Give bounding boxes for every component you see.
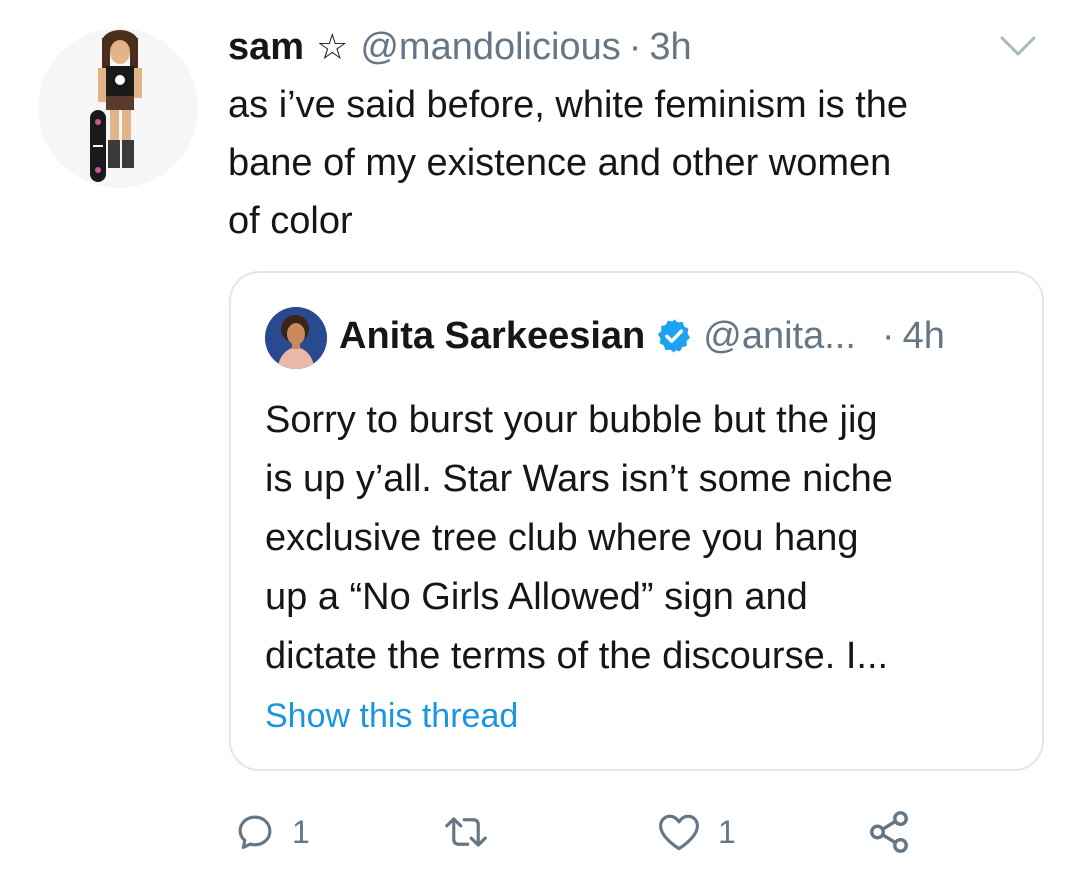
quoted-tweet-header: Anita Sarkeesian @anita... · 4h (339, 311, 945, 361)
verified-badge-icon (658, 319, 691, 353)
quoted-tweet-card[interactable]: Anita Sarkeesian @anita... · 4h Sorry to… (229, 271, 1044, 771)
quoted-author-handle[interactable]: @anita... (703, 315, 856, 358)
quoted-text-line: dictate the terms of the discourse. I... (265, 635, 889, 677)
tweet-text: as i’ve said before, white feminism is t… (228, 76, 1058, 250)
quoted-author-avatar[interactable] (265, 307, 327, 369)
avatar-portrait-icon (265, 307, 327, 369)
tweet-action-bar: 1 1 (0, 800, 1080, 864)
retweet-button[interactable] (440, 806, 508, 858)
author-handle[interactable]: @mandolicious (360, 26, 620, 69)
like-count: 1 (718, 813, 736, 850)
quoted-text-line: Sorry to burst your bubble but the jig (265, 399, 878, 441)
quoted-tweet-text: Sorry to burst your bubble but the jig i… (265, 391, 1025, 686)
tweet-timestamp[interactable]: 3h (649, 26, 691, 69)
star-outline-icon: ☆ (316, 26, 349, 67)
retweet-icon (445, 817, 487, 847)
tweet-text-line: bane of my existence and other women (228, 142, 892, 184)
quoted-author-display-name[interactable]: Anita Sarkeesian (339, 315, 645, 358)
quoted-text-line: exclusive tree club where you hang (265, 517, 859, 559)
tweet-text-line: as i’ve said before, white feminism is t… (228, 84, 909, 126)
like-button[interactable]: 1 (656, 806, 736, 858)
author-avatar[interactable] (38, 28, 198, 188)
separator-dot: · (881, 314, 895, 357)
share-button[interactable] (866, 806, 912, 858)
separator-dot: · (628, 25, 642, 68)
share-icon (870, 811, 908, 853)
chevron-down-icon (1000, 36, 1036, 56)
quoted-text-line: is up y’all. Star Wars isn’t some niche (265, 458, 893, 500)
quoted-text-line: up a “No Girls Allowed” sign and (265, 576, 808, 618)
tweet-menu-button[interactable] (998, 32, 1038, 60)
show-thread-link[interactable]: Show this thread (265, 697, 518, 736)
avatar-figure-icon (90, 30, 142, 182)
tweet-text-line: of color (228, 200, 353, 242)
reply-icon (238, 815, 272, 849)
reply-count: 1 (292, 813, 310, 850)
quoted-tweet-timestamp[interactable]: 4h (903, 315, 945, 358)
tweet-header: sam ☆ @mandolicious · 3h (228, 24, 692, 70)
heart-icon (659, 814, 699, 851)
author-display-name[interactable]: sam (228, 26, 304, 69)
reply-button[interactable]: 1 (234, 806, 310, 858)
